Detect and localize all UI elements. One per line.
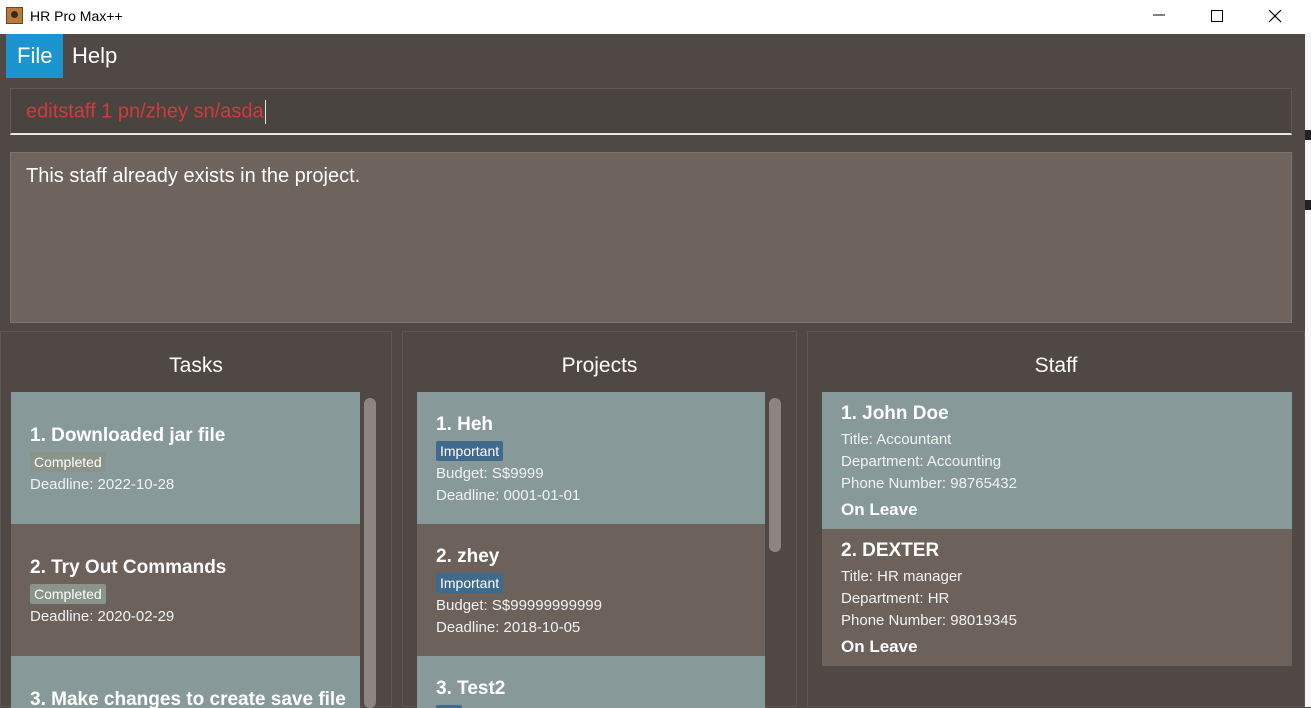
window-titlebar: HR Pro Max++ xyxy=(0,0,1311,34)
window-edge-mark xyxy=(1305,200,1311,210)
projects-list[interactable]: 1. Heh Important Budget: S$9999 Deadline… xyxy=(417,392,765,708)
command-input[interactable]: editstaff 1 pn/zhey sn/asda xyxy=(10,88,1292,135)
project-deadline: Deadline: 0001-01-01 xyxy=(436,487,581,504)
maximize-icon xyxy=(1211,10,1223,22)
projects-panel: Projects 1. Heh Important Budget: S$9999… xyxy=(402,331,797,708)
staff-leave-status: On Leave xyxy=(841,500,918,519)
task-title: 1. Downloaded jar file xyxy=(30,425,226,446)
priority-badge: Important xyxy=(436,441,504,461)
projects-title: Projects xyxy=(561,354,638,377)
staff-department: Department: Accounting xyxy=(841,453,1002,470)
staff-phone: Phone Number: 98765432 xyxy=(841,475,1017,492)
task-card[interactable]: 1. Downloaded jar file Completed Deadlin… xyxy=(11,392,360,524)
priority-badge: Important xyxy=(436,573,504,593)
maximize-button[interactable] xyxy=(1188,0,1246,34)
project-budget: Budget: S$9999 xyxy=(436,465,544,482)
minimize-button[interactable] xyxy=(1130,0,1188,34)
staff-name: 1. John Doe xyxy=(841,403,949,424)
task-title: 3. Make changes to create save file xyxy=(30,689,346,708)
result-message: This staff already exists in the project… xyxy=(26,165,361,187)
menu-help[interactable]: Help xyxy=(61,34,128,78)
close-button[interactable] xyxy=(1246,0,1304,34)
project-card[interactable]: 1. Heh Important Budget: S$9999 Deadline… xyxy=(417,392,765,524)
tasks-scroll-thumb[interactable] xyxy=(364,398,376,708)
minimize-icon xyxy=(1153,14,1165,16)
text-caret xyxy=(264,100,266,124)
staff-list[interactable]: 1. John Doe Title: Accountant Department… xyxy=(822,392,1292,708)
project-title: 3. Test2 xyxy=(436,678,506,699)
window-edge-mark xyxy=(1305,130,1311,140)
app-icon xyxy=(6,7,23,24)
tasks-list[interactable]: 1. Downloaded jar file Completed Deadlin… xyxy=(11,392,360,708)
projects-scrollbar[interactable] xyxy=(769,398,781,552)
project-title: 2. zhey xyxy=(436,546,500,567)
tasks-panel: Tasks 1. Downloaded jar file Completed D… xyxy=(0,331,392,708)
task-deadline: Deadline: 2022-10-28 xyxy=(30,476,175,493)
staff-title: Staff xyxy=(1034,354,1078,377)
window-title: HR Pro Max++ xyxy=(30,8,123,24)
command-text: editstaff 1 pn/zhey sn/asda xyxy=(26,100,264,123)
projects-scroll-thumb[interactable] xyxy=(769,398,781,552)
project-card[interactable]: 3. Test2 xyxy=(417,656,765,708)
project-budget: Budget: S$99999999999 xyxy=(436,597,602,614)
task-card[interactable]: 3. Make changes to create save file xyxy=(11,656,360,708)
close-icon xyxy=(1268,10,1282,23)
staff-department: Department: HR xyxy=(841,590,950,607)
task-deadline: Deadline: 2020-02-29 xyxy=(30,608,175,625)
menu-bar: File Help xyxy=(0,34,1305,78)
staff-phone: Phone Number: 98019345 xyxy=(841,612,1017,629)
project-card[interactable]: 2. zhey Important Budget: S$99999999999 … xyxy=(417,524,765,656)
task-card[interactable]: 2. Try Out Commands Completed Deadline: … xyxy=(11,524,360,656)
staff-role: Title: Accountant xyxy=(841,431,952,448)
staff-panel: Staff 1. John Doe Title: Accountant Depa… xyxy=(807,331,1305,707)
project-deadline: Deadline: 2018-10-05 xyxy=(436,619,581,636)
command-text-wrap: editstaff 1 pn/zhey sn/asda xyxy=(26,100,266,124)
project-title: 1. Heh xyxy=(436,414,494,435)
result-display[interactable]: This staff already exists in the project… xyxy=(10,152,1292,323)
tasks-scrollbar[interactable] xyxy=(364,398,376,708)
task-title: 2. Try Out Commands xyxy=(30,557,227,578)
staff-role: Title: HR manager xyxy=(841,568,963,585)
status-badge: Completed xyxy=(30,452,106,472)
staff-card[interactable]: 2. DEXTER Title: HR manager Department: … xyxy=(822,529,1292,666)
staff-name: 2. DEXTER xyxy=(841,540,940,561)
staff-card[interactable]: 1. John Doe Title: Accountant Department… xyxy=(822,392,1292,529)
menu-file[interactable]: File xyxy=(6,34,64,78)
status-badge: Completed xyxy=(30,584,106,604)
tasks-title: Tasks xyxy=(169,354,223,377)
staff-leave-status: On Leave xyxy=(841,637,918,656)
